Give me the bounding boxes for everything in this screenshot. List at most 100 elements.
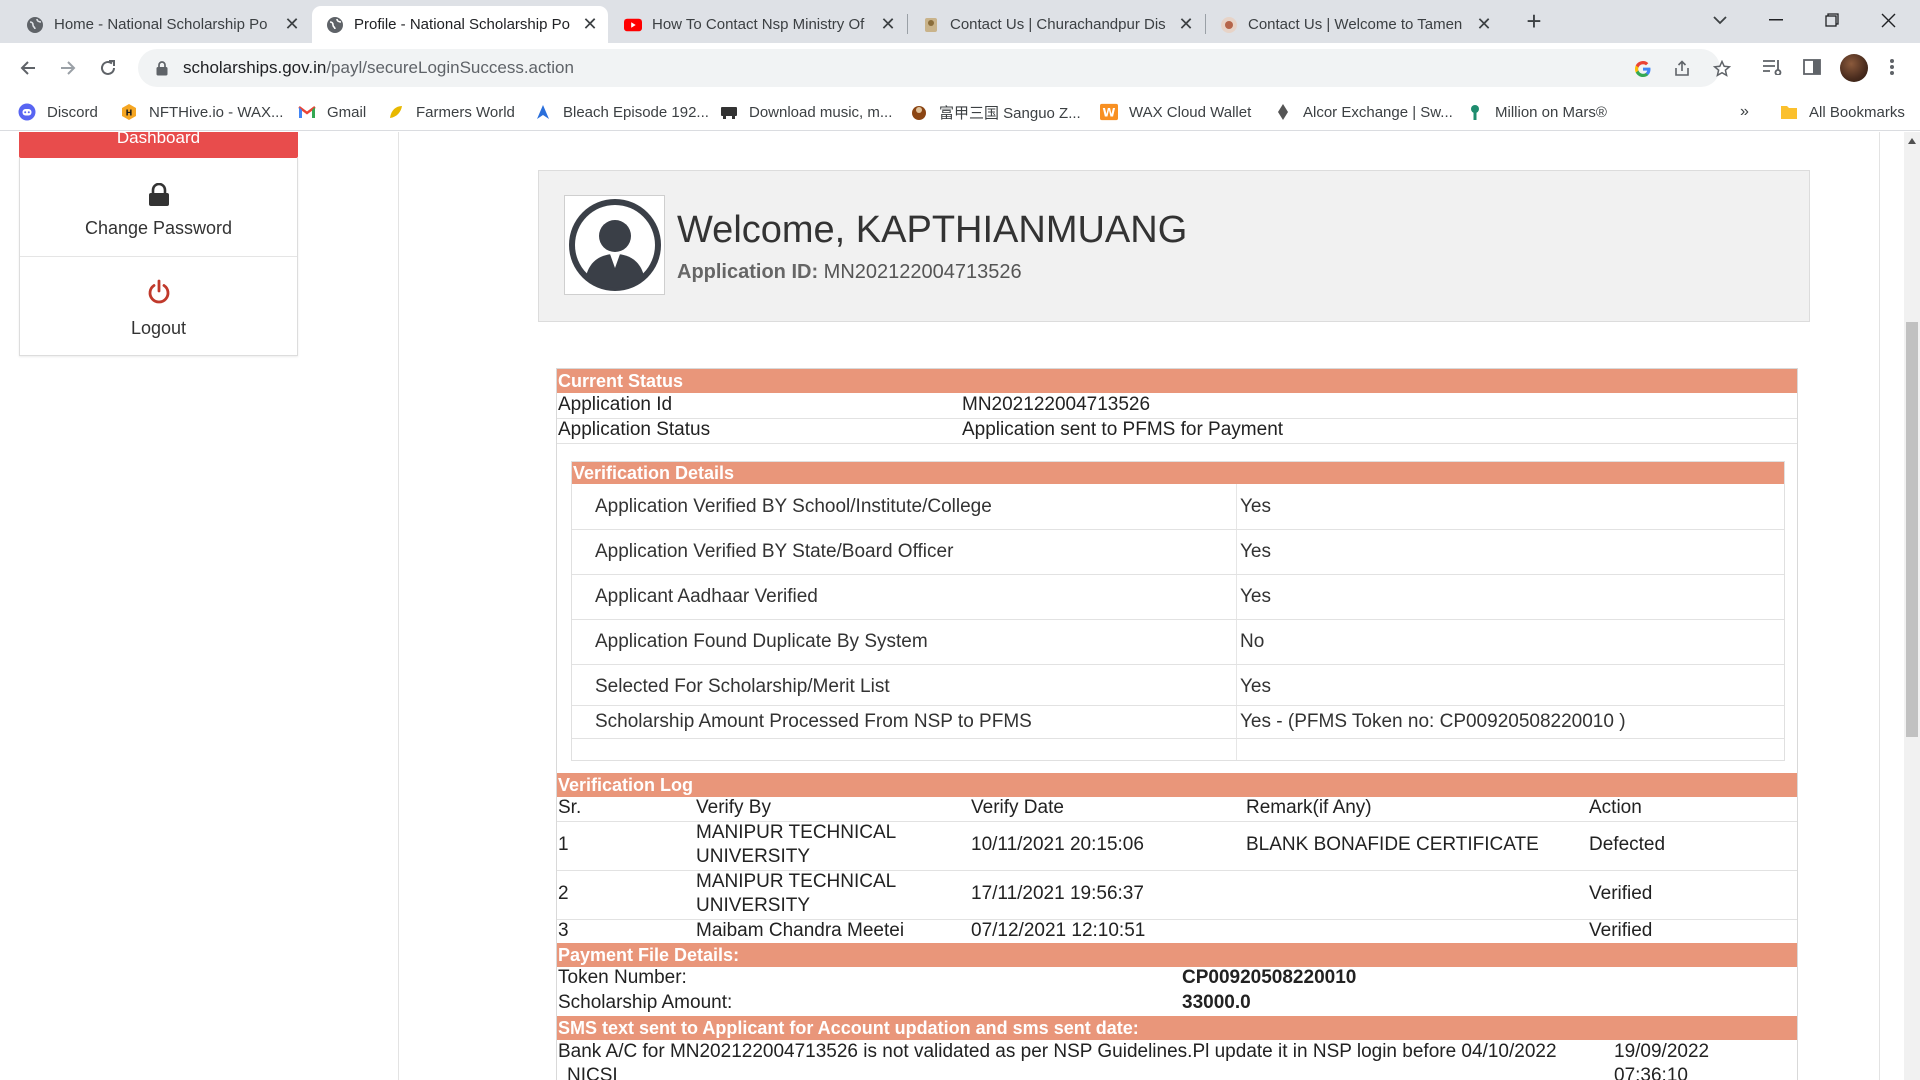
verification-value: Yes [1240,676,1271,697]
bookmark-wax-cloud-wallet[interactable]: W WAX Cloud Wallet [1100,102,1251,122]
sms-date: 19/09/2022 [1614,1041,1710,1062]
all-bookmarks-button[interactable]: All Bookmarks [1780,102,1905,122]
sidebar-menu: Change Password Logout [19,158,298,356]
log-remark: BLANK BONAFIDE CERTIFICATE [1246,834,1539,855]
verification-label: Application Verified BY State/Board Offi… [595,541,954,562]
close-tab-icon[interactable]: ✕ [280,14,304,35]
browser-tab[interactable]: Contact Us | Welcome to Tamen ✕ [1206,6,1502,43]
user-avatar-icon [564,195,665,295]
menu-dots-icon[interactable] [1880,55,1904,79]
folder-icon [1780,103,1798,121]
browser-tab[interactable]: How To Contact Nsp Ministry Of ✕ [610,6,906,43]
bookmark-alcor-exchange[interactable]: Alcor Exchange | Sw... [1274,102,1453,122]
bookmark-label: Gmail [327,103,367,121]
verification-label: Application Found Duplicate By System [595,631,928,652]
bookmark-label: WAX Cloud Wallet [1129,103,1252,121]
dashboard-label: Dashboard [116,132,201,147]
sidebar-item-label: Logout [130,318,187,338]
log-action: Defected [1589,834,1666,855]
close-tab-icon[interactable]: ✕ [876,14,900,35]
emblem-icon [922,16,940,34]
address-bar[interactable]: scholarships.gov.in/payl/secureLoginSucc… [138,49,1720,87]
lock-icon[interactable] [153,60,171,76]
current-status-heading: Current Status [557,369,1797,393]
google-icon[interactable] [1632,58,1654,80]
bookmark-download-music[interactable]: Download music, m... [720,102,892,122]
tab-title: How To Contact Nsp Ministry Of [652,16,865,33]
sidebar-item-logout[interactable]: Logout [20,257,297,355]
dashboard-button[interactable]: Dashboard [19,132,298,158]
tab-search-icon[interactable] [1692,0,1748,40]
log-col-remark: Remark(if Any) [1246,797,1372,818]
url-host: scholarships.gov.in [183,58,327,77]
minimize-button[interactable] [1748,0,1804,40]
tab-title: Profile - National Scholarship Po [354,16,570,33]
bookmark-sanguo[interactable]: 富甲三国 Sanguo Z... [910,102,1081,122]
alcor-icon [1274,103,1292,121]
mars-icon [1466,103,1484,121]
verification-details-box: Verification Details Application Verifie… [571,461,1785,761]
browser-tab-active[interactable]: Profile - National Scholarship Po ✕ [312,6,608,43]
youtube-icon [624,16,642,34]
svg-text:W: W [1103,106,1116,120]
sms-text: Bank A/C for MN202122004713526 is not va… [558,1041,1557,1062]
page-scrollbar[interactable] [1904,132,1920,1080]
verification-label: Application Verified BY School/Institute… [595,496,992,517]
sidebar-item-change-password[interactable]: Change Password [20,158,297,256]
bookmark-label: Discord [47,103,98,121]
new-tab-button[interactable]: + [1518,6,1550,38]
log-sr: 3 [558,920,569,941]
status-label: Application Id [558,394,673,415]
close-tab-icon[interactable]: ✕ [1472,14,1496,35]
log-verify-by: MANIPUR TECHNICAL [696,822,897,843]
bookmark-star-icon[interactable] [1711,58,1733,80]
sms-heading: SMS text sent to Applicant for Account u… [557,1016,1797,1040]
log-action: Verified [1589,883,1653,904]
share-icon[interactable] [1671,58,1693,80]
side-panel-icon[interactable] [1800,55,1824,79]
close-tab-icon[interactable]: ✕ [578,14,602,35]
log-sr: 2 [558,883,569,904]
tab-strip: Home - National Scholarship Po ✕ Profile… [0,0,1920,43]
restore-button[interactable] [1804,0,1860,40]
scroll-up-arrow-icon[interactable] [1908,138,1916,144]
payment-file-heading: Payment File Details: [557,943,1797,967]
reading-list-icon[interactable] [1760,55,1784,79]
back-button[interactable] [13,53,43,83]
gmail-icon [298,103,316,121]
bookmark-bleach[interactable]: Bleach Episode 192... [534,102,709,122]
log-verify-by-cont: UNIVERSITY [696,895,811,916]
application-id-line: Application ID: MN202122004713526 [677,261,1022,284]
more-bookmarks-button[interactable]: » [1740,102,1749,122]
application-id-value: MN202122004713526 [823,261,1022,283]
close-window-button[interactable] [1860,0,1916,40]
browser-toolbar: scholarships.gov.in/payl/secureLoginSucc… [0,43,1920,93]
scroll-thumb[interactable] [1906,322,1918,737]
close-tab-icon[interactable]: ✕ [1174,14,1198,35]
bookmark-label: All Bookmarks [1809,103,1905,121]
url-path: /payl/secureLoginSuccess.action [326,58,574,77]
bookmark-discord[interactable]: Discord [18,102,98,122]
bookmark-nfthive[interactable]: H NFTHive.io - WAX... [120,102,283,122]
verification-details-heading: Verification Details [572,462,1784,484]
verification-value: Yes [1240,586,1271,607]
browser-tab[interactable]: Contact Us | Churachandpur Dis ✕ [908,6,1204,43]
reload-button[interactable] [93,53,123,83]
globe-icon [326,16,344,34]
bookmark-million-on-mars[interactable]: Million on Mars® [1466,102,1607,122]
browser-tab[interactable]: Home - National Scholarship Po ✕ [12,6,310,43]
discord-icon [18,103,36,121]
status-table: Current Status Application Id MN20212200… [556,368,1798,1080]
bookmark-label: Farmers World [416,103,515,121]
verification-label: Scholarship Amount Processed From NSP to… [595,711,1032,732]
forward-button[interactable] [53,53,83,83]
bookmark-gmail[interactable]: Gmail [298,102,366,122]
status-value: MN202122004713526 [962,394,1151,415]
welcome-heading: Welcome, KAPTHIANMUANG [677,209,1188,251]
log-date: 10/11/2021 20:15:06 [971,834,1144,855]
bookmark-label: Bleach Episode 192... [563,103,709,121]
bookmark-farmers-world[interactable]: Farmers World [387,102,515,122]
globe-icon [26,16,44,34]
log-col-verify-date: Verify Date [971,797,1064,818]
profile-avatar[interactable] [1840,54,1868,82]
